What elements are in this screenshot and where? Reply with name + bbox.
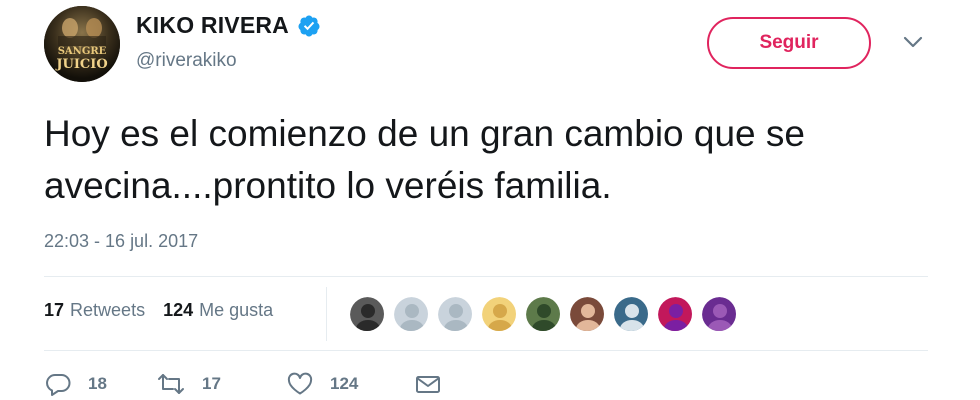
liker-avatar[interactable] [481, 296, 517, 332]
retweet-icon [156, 372, 186, 396]
tweet-card: SANGRE JUICIO KIKO RIVERA @riverakiko Se… [0, 0, 980, 400]
retweet-button[interactable]: 17 [156, 372, 286, 396]
liker-avatar[interactable] [657, 296, 693, 332]
liker-avatar[interactable] [525, 296, 561, 332]
tweet-timestamp[interactable]: 22:03 - 16 jul. 2017 [44, 231, 198, 252]
tweet-text: Hoy es el comienzo de un gran cambio que… [44, 113, 805, 206]
avatar-word-2: JUICIO [55, 57, 107, 72]
likes-count[interactable]: 124 [163, 300, 193, 321]
verified-badge-icon [297, 14, 321, 38]
likes-label[interactable]: Me gusta [199, 300, 273, 321]
reply-count: 18 [88, 374, 107, 393]
liker-avatar[interactable] [569, 296, 605, 332]
liker-avatar[interactable] [701, 296, 737, 332]
avatar[interactable]: SANGRE JUICIO [44, 6, 120, 82]
liker-avatar[interactable] [437, 296, 473, 332]
vertical-divider [326, 287, 327, 341]
retweet-count: 17 [202, 374, 221, 393]
tweet-actions: 18 17 124 [44, 372, 442, 396]
chevron-down-icon[interactable] [902, 34, 924, 50]
reply-button[interactable]: 18 [44, 372, 156, 396]
retweets-count[interactable]: 17 [44, 300, 64, 321]
envelope-icon [414, 372, 442, 396]
liker-avatar[interactable] [349, 296, 385, 332]
liker-avatar[interactable] [393, 296, 429, 332]
avatar-word-1: SANGRE [58, 46, 107, 57]
direct-message-button[interactable] [414, 372, 442, 396]
divider [44, 276, 928, 277]
like-button[interactable]: 124 [286, 372, 414, 396]
like-count: 124 [330, 374, 359, 393]
author-name-row: KIKO RIVERA [136, 12, 321, 39]
follow-button[interactable]: Seguir [707, 17, 871, 69]
profile-photo-icon: SANGRE JUICIO [44, 6, 120, 82]
reply-icon [44, 372, 72, 396]
heart-icon [286, 372, 314, 396]
liker-avatar[interactable] [613, 296, 649, 332]
retweets-label[interactable]: Retweets [70, 300, 145, 321]
user-handle[interactable]: @riverakiko [136, 50, 237, 72]
liker-avatars [349, 296, 737, 332]
divider [44, 350, 928, 351]
tweet-stats: 17 Retweets 124 Me gusta [44, 300, 273, 321]
display-name[interactable]: KIKO RIVERA [136, 12, 289, 39]
